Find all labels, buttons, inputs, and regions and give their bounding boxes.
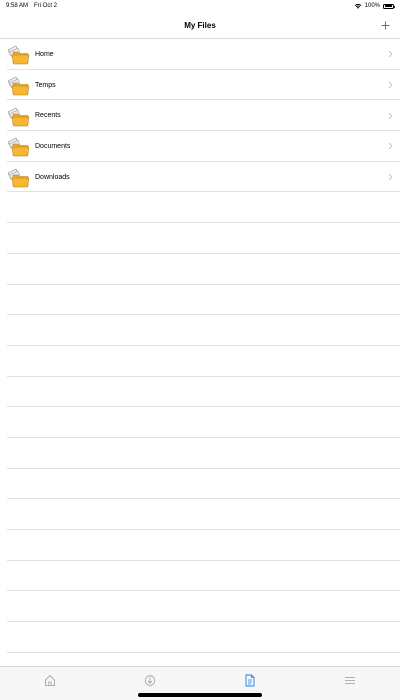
folder-icon <box>7 138 30 157</box>
folder-icon <box>7 45 30 65</box>
list-item-label: Downloads <box>35 173 70 181</box>
tab-bar <box>0 666 400 700</box>
add-button[interactable] <box>378 18 392 32</box>
status-bar: 9:58 AM Fri Oct 2 100% <box>0 0 400 12</box>
list-item-downloads[interactable]: Downloads <box>0 162 400 193</box>
status-left: 9:58 AM Fri Oct 2 <box>6 3 57 9</box>
page-title: My Files <box>184 20 216 30</box>
folder-list: Home Temps Recents Documents Downloads <box>0 39 400 653</box>
folder-icon <box>7 107 30 126</box>
empty-row <box>0 622 400 653</box>
status-right: 100% <box>354 3 395 9</box>
empty-row <box>0 591 400 622</box>
battery-icon <box>383 3 395 9</box>
chevron-right-icon <box>388 51 393 58</box>
battery-percent: 100% <box>364 3 380 9</box>
empty-row <box>0 377 400 408</box>
empty-row <box>0 285 400 316</box>
chevron-right-icon <box>388 112 393 120</box>
chevron-right-icon <box>388 81 393 89</box>
wifi-icon <box>354 3 361 9</box>
list-item-temps[interactable]: Temps <box>0 70 400 101</box>
nav-bar: My Files <box>0 12 400 39</box>
empty-row <box>0 561 400 592</box>
empty-row <box>0 192 400 223</box>
empty-row <box>0 469 400 500</box>
chevron-right-icon <box>388 173 393 181</box>
empty-row <box>0 407 400 438</box>
list-item-label: Temps <box>35 81 56 89</box>
battery-level <box>384 5 393 7</box>
empty-row <box>0 438 400 469</box>
list-item-label: Home <box>35 50 54 58</box>
list-item-documents[interactable]: Documents <box>0 131 400 162</box>
empty-row <box>0 223 400 254</box>
list-item-home[interactable]: Home <box>0 39 400 70</box>
files-icon <box>245 674 255 687</box>
status-time: 9:58 AM <box>6 3 29 9</box>
list-item-label: Documents <box>35 142 71 150</box>
home-indicator <box>138 693 262 697</box>
screen: 9:58 AM Fri Oct 2 100% My Files Home Tem… <box>0 0 400 700</box>
plus-icon <box>380 20 390 30</box>
tab-home[interactable] <box>0 667 100 700</box>
empty-row <box>0 346 400 377</box>
status-date: Fri Oct 2 <box>34 3 58 9</box>
empty-row <box>0 254 400 285</box>
list-item-recents[interactable]: Recents <box>0 100 400 131</box>
chevron-right-icon <box>388 143 393 150</box>
list-item-label: Recents <box>35 112 61 120</box>
menu-icon <box>345 677 355 684</box>
empty-row <box>0 499 400 530</box>
empty-row <box>0 530 400 561</box>
folder-icon <box>7 76 30 96</box>
folder-icon <box>7 168 30 188</box>
download-icon <box>144 675 156 686</box>
home-icon <box>45 674 55 686</box>
empty-row <box>0 315 400 346</box>
tab-menu[interactable] <box>300 667 400 700</box>
